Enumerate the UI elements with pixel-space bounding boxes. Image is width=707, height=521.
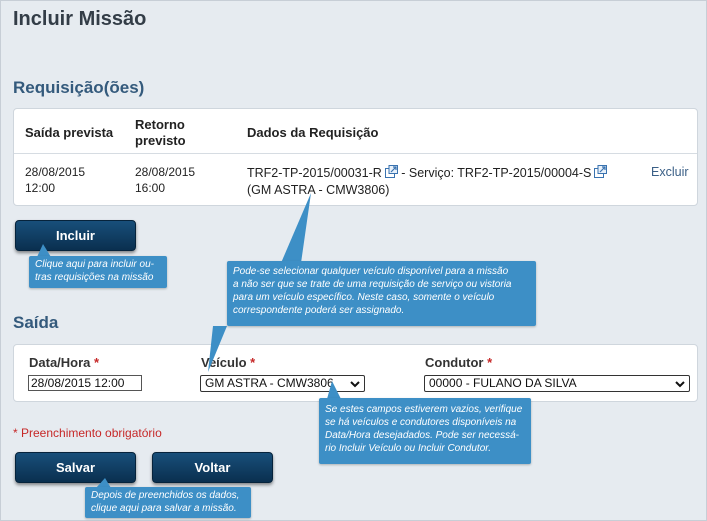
veiculo-tooltip: Pode-se selecionar qualquer veículo disp… [227,261,536,326]
campos-vazios-tooltip: Se estes campos estiverem vazios, verifi… [319,398,531,464]
salvar-tooltip: Depois de preenchidos os dados, clique a… [85,487,251,518]
incluir-tooltip: Clique aqui para incluir ou- tras requis… [29,256,167,288]
